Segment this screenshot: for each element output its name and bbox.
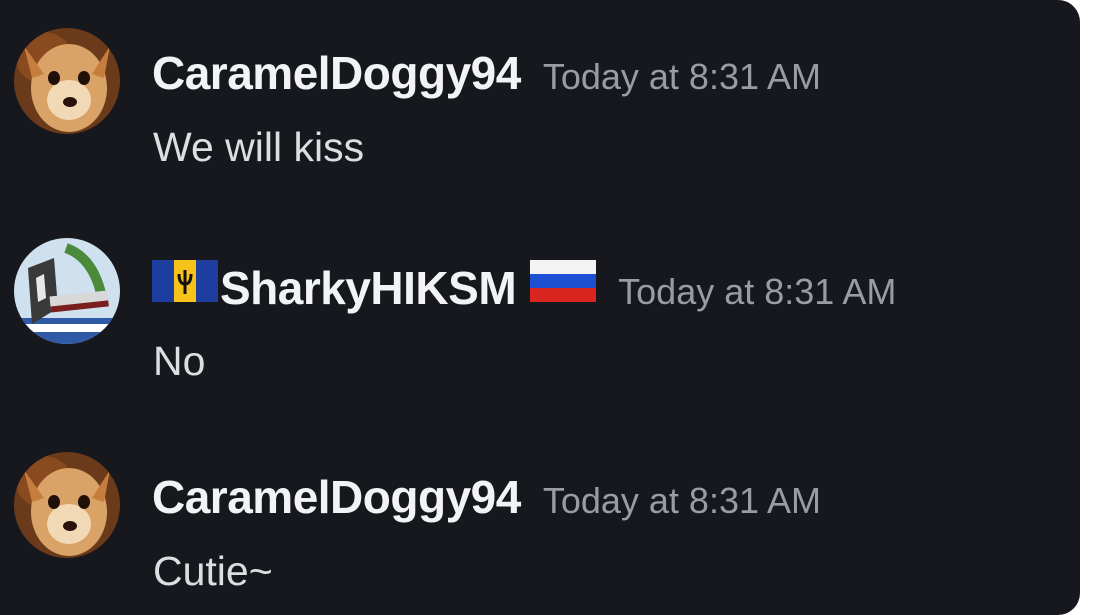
message-header: CaramelDoggy94 Today at 8:31 AM [152, 470, 821, 526]
username[interactable]: CaramelDoggy94 [152, 470, 521, 524]
username[interactable]: SharkyHIKSM [220, 261, 517, 315]
message-item: CaramelDoggy94 Today at 8:31 AM Cutie~ [0, 0, 1080, 594]
timestamp[interactable]: Today at 8:31 AM [543, 480, 821, 522]
russia-flag-icon [530, 258, 597, 304]
message-header: SharkyHIKSM Today at 8:31 AM [152, 258, 896, 314]
chat-panel: CaramelDoggy94 Today at 8:31 AM We will … [0, 0, 1080, 615]
message-content: Cutie~ [153, 548, 273, 594]
dog-avatar-icon[interactable] [14, 452, 120, 558]
drawing-avatar-icon[interactable] [14, 238, 120, 344]
message-content: No [153, 338, 206, 384]
timestamp[interactable]: Today at 8:31 AM [618, 271, 896, 313]
barbados-flag-icon [152, 258, 218, 304]
